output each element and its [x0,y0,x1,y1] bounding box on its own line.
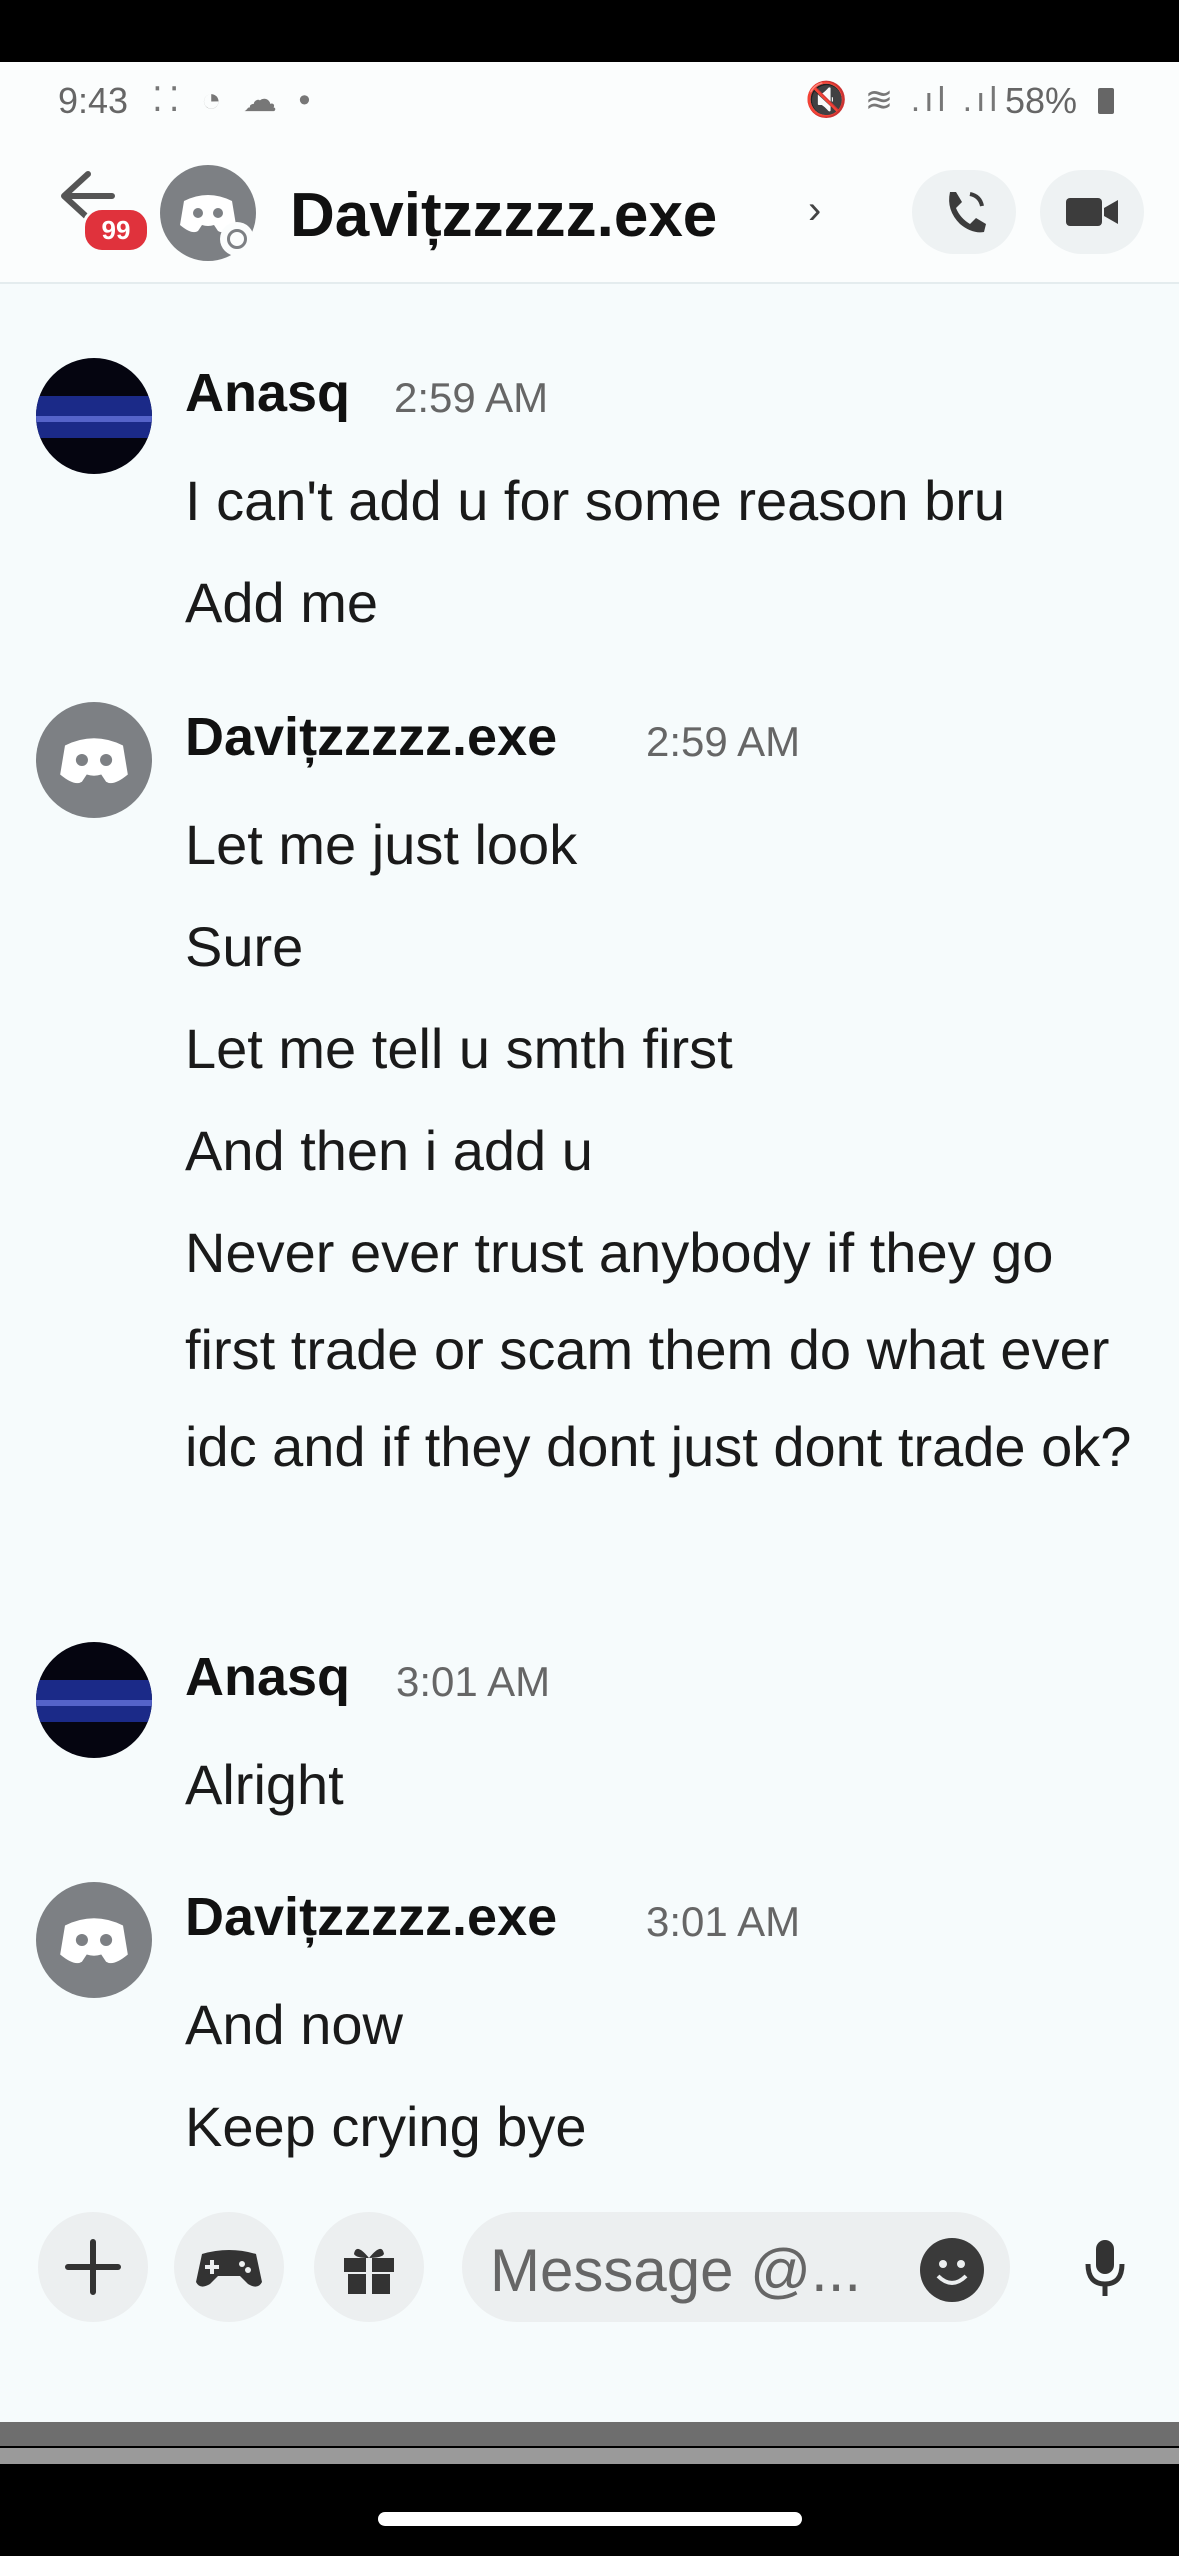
plus-icon [65,2239,121,2295]
message-timestamp: 3:01 AM [396,1658,551,1705]
status-time: 9:43 [58,80,129,121]
notification-icons: ⁚⁚ ◔ ☁ • [152,81,317,119]
video-icon [1066,198,1118,226]
chat-screen: 9:43 ⁚⁚ ◔ ☁ • 🔇 ≋ .ıl .ıl 58% 99 Davițzz… [0,62,1179,2432]
message-text: Never ever trust anybody if they go firs… [185,1221,1132,1478]
mic-icon [1085,2240,1125,2296]
message-text: Keep crying bye [185,2095,587,2158]
message-author[interactable]: Davițzzzzz.exe [185,706,557,768]
message-timestamp: 2:59 AM [646,718,801,765]
message-text: Let me just look [185,813,578,876]
call-button[interactable] [912,170,1016,254]
avatar-davitzzzzz[interactable] [36,1882,152,1998]
message-text: Sure [185,915,304,978]
system-nav-bar [0,2422,1179,2446]
gamepad-icon [196,2250,262,2287]
message-author[interactable]: Anasq [185,1646,350,1708]
message-timestamp: 3:01 AM [646,1898,801,1945]
avatar-anasq[interactable] [36,358,152,474]
message-author[interactable]: Anasq [185,362,350,424]
home-indicator[interactable] [378,2512,802,2526]
gift-icon [344,2248,394,2294]
message-text: Let me tell u smth first [185,1017,733,1080]
chat-title[interactable]: Davițzzzzz.exe [290,180,717,251]
avatar-anasq[interactable] [36,1642,152,1758]
message-input-placeholder[interactable]: Message @... [490,2236,861,2305]
battery-level: 58% [1005,80,1078,121]
message-text: And now [185,1993,403,2056]
gift-button[interactable] [314,2212,424,2322]
voice-message-button[interactable] [1050,2212,1160,2322]
discord-logo-icon [60,738,128,784]
status-bar: 9:43 ⁚⁚ ◔ ☁ • 🔇 ≋ .ıl .ıl 58% [0,62,1179,142]
video-call-button[interactable] [1040,170,1144,254]
activities-button[interactable] [174,2212,284,2322]
message-timestamp: 2:59 AM [394,374,549,421]
signal-icons: 🔇 ≋ .ıl .ıl [805,81,1002,119]
message-text: I can't add u for some reason bru [185,469,1006,532]
call-icon [949,192,986,233]
battery-icon [1098,88,1114,114]
message-text: Alright [185,1753,344,1816]
message-author[interactable]: Davițzzzzz.exe [185,1886,557,1948]
avatar-davitzzzzz[interactable] [36,702,152,818]
unread-badge: 99 [82,207,150,253]
chevron-right-icon[interactable]: › [808,188,821,233]
system-nav-bar-lower [0,2448,1179,2464]
add-attachment-button[interactable] [38,2212,148,2322]
status-indicator [220,222,254,256]
message-text: Add me [185,571,378,634]
discord-logo-icon [60,1918,128,1964]
emoji-icon[interactable] [920,2238,984,2302]
message-text: And then i add u [185,1119,593,1182]
